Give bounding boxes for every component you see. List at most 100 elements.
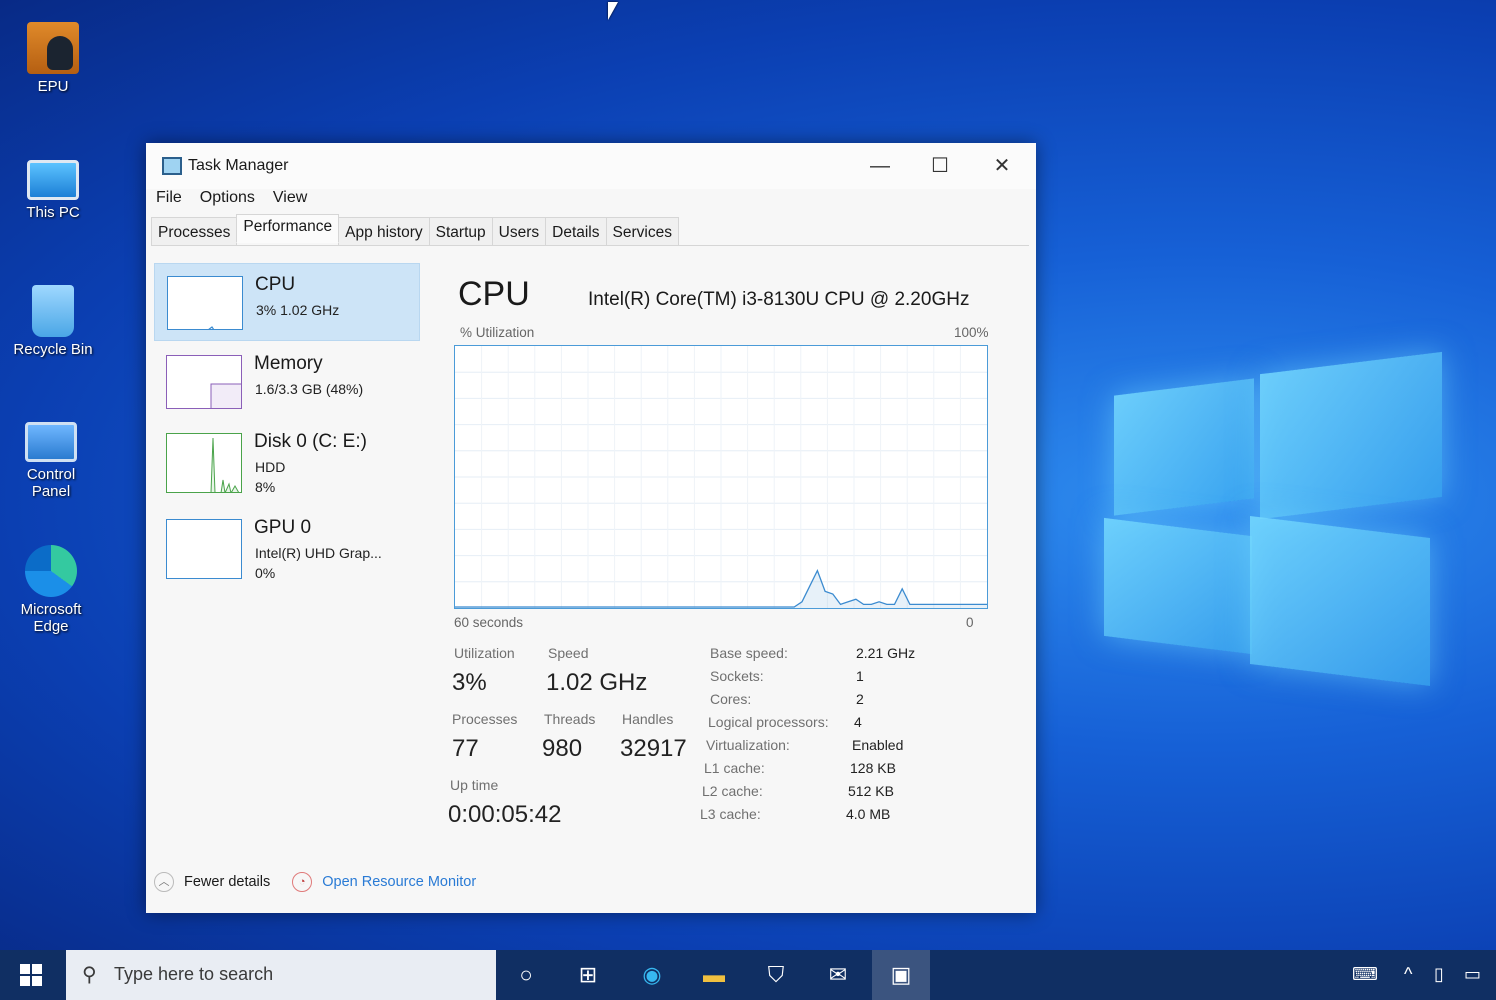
uptime-label: Up time (450, 777, 499, 793)
spec-key: L3 cache: (700, 806, 761, 822)
search-placeholder: Type here to search (114, 964, 274, 984)
task-manager-taskbar-icon[interactable]: ▣ (872, 950, 930, 1000)
chevron-up-icon: ︿ (154, 872, 174, 892)
spec-value: Enabled (852, 737, 904, 753)
spec-key: L1 cache: (704, 760, 765, 776)
sidebar-item-gpu[interactable]: GPU 0 Intel(R) UHD Grap... 0% (154, 507, 420, 593)
spec-key: Virtualization: (706, 737, 790, 753)
utilization-value: 3% (452, 669, 487, 696)
spec-key: L2 cache: (702, 783, 763, 799)
spec-value: 2 (856, 691, 864, 707)
tab-processes[interactable]: Processes (151, 217, 238, 246)
desktop-icon-epu[interactable]: EPU (8, 22, 98, 95)
desktop-icon-label: EPU (37, 78, 69, 95)
window-title: Task Manager (188, 157, 289, 174)
graph-x-label: 60 seconds (454, 615, 524, 630)
task-view-icon[interactable]: ⊞ (572, 960, 604, 990)
desktop-icon-control-panel[interactable]: Control Panel (8, 422, 94, 500)
minimize-button[interactable]: — (858, 151, 902, 181)
cortana-icon[interactable]: ○ (510, 960, 542, 990)
spec-key: Logical processors: (708, 714, 829, 730)
menu-file[interactable]: File (156, 189, 182, 215)
taskbar: ⚲ Type here to search ○ ⊞ ◉ ▬ ⛉ ✉ ▣ ⌨ ^ … (0, 950, 1496, 1000)
spec-value: 4 (854, 714, 862, 730)
footer-bar: ︿ Fewer details ◔ Open Resource Monitor (154, 869, 476, 895)
tab-details[interactable]: Details (545, 217, 607, 246)
memory-mini-graph (166, 355, 242, 409)
spec-key: Base speed: (710, 645, 788, 661)
tab-app-history[interactable]: App history (338, 217, 430, 246)
utilization-label: Utilization (454, 645, 515, 661)
sidebar-item-name: GPU 0 (254, 517, 312, 538)
spec-value: 128 KB (850, 760, 896, 776)
desktop-icon-label: Recycle Bin (13, 341, 93, 358)
cpu-utilization-graph (454, 345, 988, 609)
edge-icon (25, 545, 77, 597)
page-title: CPU (458, 275, 530, 313)
cpu-graph-svg (455, 346, 987, 608)
processes-label: Processes (452, 711, 518, 727)
performance-sidebar: CPU 3% 1.02 GHz Memory 1.6/3.3 GB (48%) … (154, 261, 422, 861)
file-explorer-icon[interactable]: ▬ (698, 960, 730, 990)
disk-mini-graph (166, 433, 242, 493)
open-resource-monitor-link[interactable]: Open Resource Monitor (322, 874, 476, 890)
sidebar-item-detail: Intel(R) UHD Grap... (255, 545, 382, 561)
sidebar-item-name: CPU (255, 274, 296, 295)
cpu-model-name: Intel(R) Core(TM) i3-8130U CPU @ 2.20GHz (588, 289, 970, 310)
tab-users[interactable]: Users (491, 217, 547, 246)
sidebar-item-usage: 8% (255, 479, 276, 495)
handles-label: Handles (622, 711, 674, 727)
tab-strip: Processes Performance App history Startu… (151, 214, 679, 246)
chevron-up-icon[interactable]: ^ (1404, 964, 1412, 985)
desktop-icon-label: This PC (26, 204, 80, 221)
folder-user-icon (27, 22, 79, 74)
tab-divider (151, 245, 1029, 246)
close-button[interactable]: ✕ (980, 151, 1024, 181)
edge-taskbar-icon[interactable]: ◉ (636, 960, 668, 990)
spec-key: Cores: (710, 691, 752, 707)
keyboard-icon[interactable]: ⌨ (1352, 964, 1378, 985)
sidebar-item-name: Memory (254, 353, 323, 374)
handles-value: 32917 (620, 735, 687, 762)
fewer-details-link[interactable]: Fewer details (184, 874, 270, 890)
sidebar-item-memory[interactable]: Memory 1.6/3.3 GB (48%) (154, 343, 420, 421)
sidebar-item-usage: 0% (255, 565, 276, 581)
title-bar[interactable]: Task Manager — ☐ ✕ (146, 143, 1036, 189)
tab-startup[interactable]: Startup (428, 217, 493, 246)
windows-logo-wallpaper (1100, 351, 1445, 687)
menu-options[interactable]: Options (200, 189, 255, 215)
tablet-icon[interactable]: ▯ (1434, 964, 1444, 985)
control-panel-icon (25, 422, 77, 462)
uptime-value: 0:00:05:42 (448, 801, 562, 828)
battery-icon[interactable]: ▭ (1464, 964, 1481, 985)
mail-icon[interactable]: ✉ (822, 960, 854, 990)
desktop-icon-edge[interactable]: Microsoft Edge (6, 545, 96, 635)
computer-icon (27, 160, 79, 200)
resource-monitor-icon: ◔ (292, 872, 313, 892)
task-manager-icon (162, 157, 182, 175)
speed-value: 1.02 GHz (546, 669, 648, 696)
store-icon[interactable]: ⛉ (760, 960, 792, 990)
logo-pane (1114, 378, 1254, 516)
tab-services[interactable]: Services (605, 217, 679, 246)
sidebar-item-cpu[interactable]: CPU 3% 1.02 GHz (154, 263, 420, 341)
cpu-detail-panel: CPU Intel(R) Core(TM) i3-8130U CPU @ 2.2… (446, 261, 1006, 861)
tab-performance[interactable]: Performance (236, 214, 340, 243)
sidebar-item-disk[interactable]: Disk 0 (C: E:) HDD 8% (154, 421, 420, 507)
desktop-icon-label: Control Panel (26, 466, 76, 500)
sidebar-item-detail: HDD (255, 459, 286, 475)
maximize-button[interactable]: ☐ (918, 151, 962, 181)
spec-value: 1 (856, 668, 864, 684)
start-button[interactable] (20, 964, 42, 986)
menu-bar: File Options View (156, 189, 307, 215)
spec-key: Sockets: (710, 668, 764, 684)
logo-pane (1260, 351, 1442, 520)
threads-value: 980 (542, 735, 583, 762)
cpu-mini-graph (167, 276, 243, 330)
taskbar-search-box[interactable]: ⚲ Type here to search (66, 950, 496, 1000)
desktop-icon-this-pc[interactable]: This PC (8, 150, 98, 221)
menu-view[interactable]: View (273, 189, 307, 215)
spec-value: 2.21 GHz (856, 645, 916, 661)
logo-pane (1250, 515, 1430, 687)
desktop-icon-recycle-bin[interactable]: Recycle Bin (8, 285, 98, 358)
